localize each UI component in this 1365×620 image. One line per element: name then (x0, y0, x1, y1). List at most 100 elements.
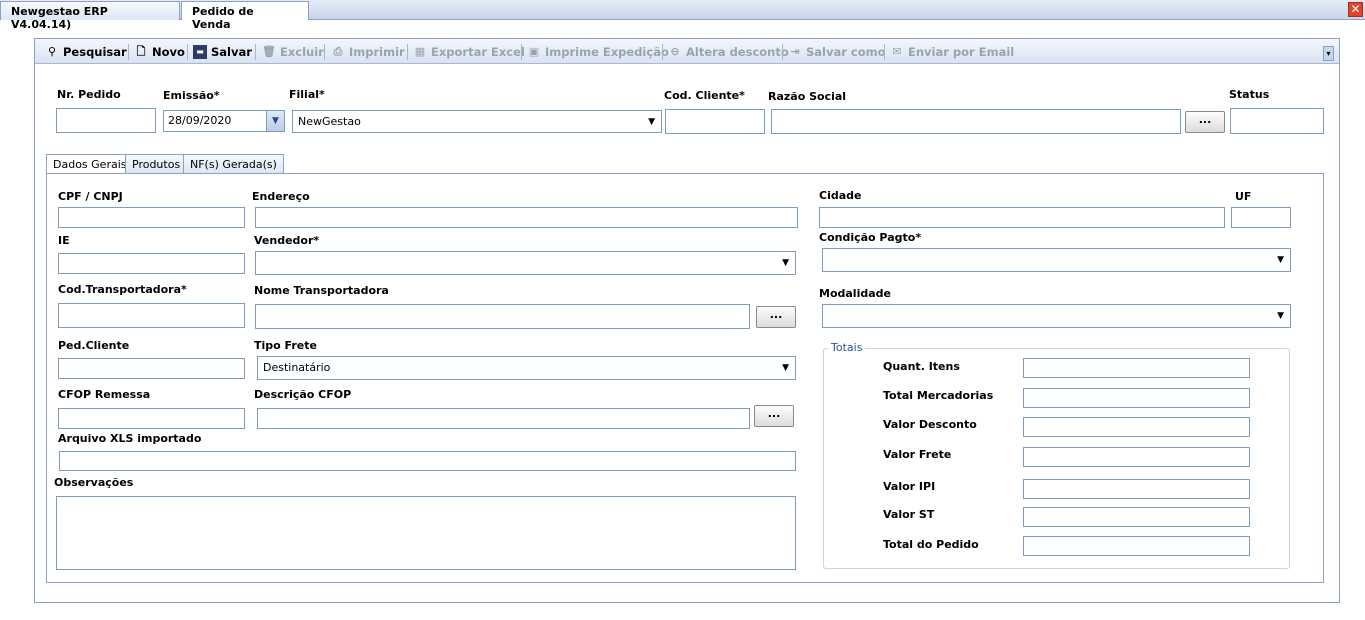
valor-frete-label: Valor Frete (883, 448, 952, 461)
altera-desconto-label: Altera desconto (686, 45, 789, 59)
cod-transportadora-input[interactable] (58, 303, 245, 328)
razao-social-label: Razão Social (768, 90, 847, 103)
salvar-button[interactable]: ▬ Salvar (193, 44, 252, 60)
new-document-icon: 🗋 (136, 45, 146, 58)
tab-newgestao-erp[interactable]: Newgestao ERP V4.04.14) (0, 1, 180, 31)
cod-cliente-input[interactable] (665, 109, 765, 134)
cidade-label: Cidade (819, 189, 862, 202)
toolbar-overflow-icon[interactable]: ▾ (1323, 46, 1334, 61)
chevron-down-icon: ▼ (1277, 255, 1284, 265)
save-as-icon: ⇥ (790, 45, 800, 58)
close-icon[interactable]: ✕ (1348, 2, 1363, 17)
toolbar-separator (521, 44, 522, 60)
tipo-frete-select[interactable]: Destinatário ▼ (257, 356, 796, 380)
enviar-email-label: Enviar por Email (908, 45, 1015, 59)
cpf-cnpj-label: CPF / CNPJ (58, 190, 123, 203)
cod-cliente-label: Cod. Cliente* (664, 89, 745, 102)
imprime-expedicao-button[interactable]: ▣ Imprime Expedição (527, 44, 669, 60)
nr-pedido-input[interactable] (56, 108, 156, 133)
tab-produtos[interactable]: Produtos (125, 154, 188, 173)
totais-title: Totais (828, 341, 866, 354)
descricao-cfop-label: Descrição CFOP (254, 388, 352, 401)
calendar-dropdown-icon[interactable]: ▼ (266, 111, 284, 131)
chevron-down-icon: ▼ (782, 258, 789, 268)
toolbar-separator (884, 44, 885, 60)
tab-nfs-geradas[interactable]: NF(s) Gerada(s) (183, 154, 284, 173)
endereco-input[interactable] (255, 207, 798, 228)
nome-transportadora-label: Nome Transportadora (254, 284, 389, 297)
modalidade-label: Modalidade (819, 287, 891, 300)
total-pedido-label: Total do Pedido (883, 538, 979, 551)
modalidade-select[interactable]: ▼ (822, 304, 1291, 328)
enviar-email-button[interactable]: ✉ Enviar por Email (890, 44, 1014, 60)
toolbar-separator (407, 44, 408, 60)
uf-label: UF (1235, 190, 1252, 203)
imprime-expedicao-label: Imprime Expedição (545, 45, 669, 59)
pesquisar-button[interactable]: ⚲ Pesquisar (45, 44, 127, 60)
arquivo-xls-input[interactable] (59, 451, 796, 471)
nome-transportadora-input[interactable] (255, 304, 750, 329)
descricao-cfop-input[interactable] (257, 408, 750, 429)
ped-cliente-label: Ped.Cliente (58, 339, 130, 352)
total-mercadorias-input[interactable] (1023, 388, 1250, 408)
status-input[interactable] (1230, 108, 1324, 134)
valor-ipi-input[interactable] (1023, 479, 1250, 499)
razao-social-search-button[interactable]: ... (1185, 111, 1225, 133)
altera-desconto-button[interactable]: ⊖ Altera desconto (668, 44, 789, 60)
filial-select[interactable]: NewGestao ▼ (292, 110, 662, 133)
razao-social-input[interactable] (771, 109, 1181, 134)
vendedor-label: Vendedor* (254, 234, 320, 247)
salvar-como-label: Salvar como (806, 45, 886, 59)
ie-input[interactable] (58, 253, 245, 274)
imprimir-button[interactable]: ⎙ Imprimir (331, 44, 405, 60)
minus-circle-icon: ⊖ (670, 45, 680, 58)
condicao-pagto-label: Condição Pagto* (819, 231, 922, 244)
valor-st-label: Valor ST (883, 508, 935, 521)
exportar-excel-button[interactable]: ▦ Exportar Excel (413, 44, 525, 60)
uf-input[interactable] (1231, 207, 1291, 228)
valor-ipi-label: Valor IPI (883, 480, 936, 493)
binoculars-icon: ⚲ (47, 45, 57, 58)
floppy-disk-icon: ▬ (193, 45, 207, 59)
ie-label: IE (58, 234, 70, 247)
toolbar-separator (324, 44, 325, 60)
chevron-down-icon: ▼ (1277, 311, 1284, 321)
vendedor-select[interactable]: ▼ (255, 251, 796, 275)
transportadora-search-button[interactable]: ... (756, 306, 796, 328)
emissao-date-input[interactable]: 28/09/2020 ▼ (163, 110, 285, 132)
cfop-remessa-label: CFOP Remessa (58, 388, 151, 401)
endereco-label: Endereço (252, 190, 310, 203)
valor-frete-input[interactable] (1023, 447, 1250, 467)
chevron-down-icon: ▼ (648, 117, 655, 127)
quant-itens-label: Quant. Itens (883, 360, 960, 373)
tab-dados-gerais[interactable]: Dados Gerais (46, 154, 134, 174)
total-pedido-input[interactable] (1023, 536, 1250, 556)
novo-label: Novo (152, 45, 185, 59)
excel-icon: ▦ (414, 45, 426, 58)
cpf-cnpj-input[interactable] (58, 207, 245, 228)
tab-pedido-de-venda[interactable]: Pedido de Venda (181, 1, 309, 31)
cfop-search-button[interactable]: ... (754, 405, 794, 427)
printer-icon: ⎙ (333, 45, 343, 58)
cod-transportadora-label: Cod.Transportadora* (58, 283, 187, 296)
arquivo-xls-label: Arquivo XLS importado (58, 432, 202, 445)
nr-pedido-label: Nr. Pedido (57, 88, 121, 101)
valor-st-input[interactable] (1023, 507, 1250, 527)
excluir-label: Excluir (280, 45, 324, 59)
quant-itens-input[interactable] (1023, 358, 1250, 378)
valor-desconto-input[interactable] (1023, 417, 1250, 437)
condicao-pagto-select[interactable]: ▼ (822, 248, 1291, 272)
imprimir-label: Imprimir (349, 45, 405, 59)
toolbar-separator (782, 44, 783, 60)
tipo-frete-value: Destinatário (263, 361, 331, 374)
excluir-button[interactable]: 🗑 Excluir (262, 44, 324, 60)
salvar-label: Salvar (211, 45, 252, 59)
toolbar-separator (187, 44, 188, 60)
emissao-value: 28/09/2020 (168, 114, 232, 127)
ped-cliente-input[interactable] (58, 358, 245, 379)
observacoes-textarea[interactable] (56, 496, 796, 570)
novo-button[interactable]: 🗋 Novo (134, 44, 185, 60)
cidade-input[interactable] (819, 207, 1225, 228)
salvar-como-button[interactable]: ⇥ Salvar como (788, 44, 886, 60)
cfop-remessa-input[interactable] (58, 408, 245, 429)
